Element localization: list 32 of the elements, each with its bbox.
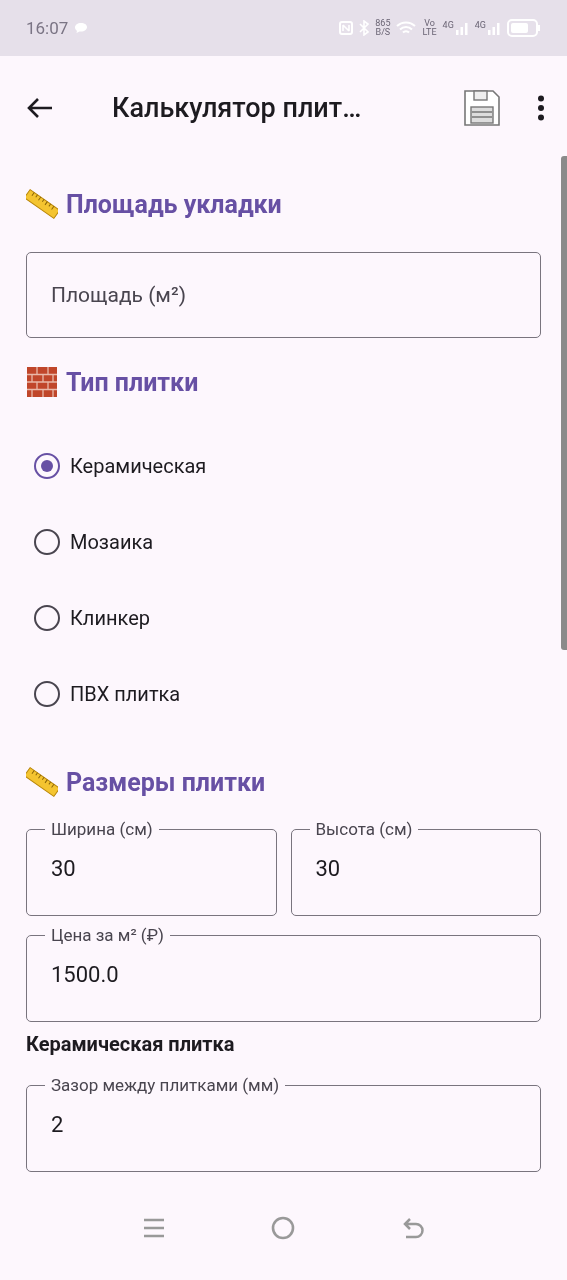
status-time: 16:07 bbox=[26, 18, 69, 38]
section-heading: Площадь укладки bbox=[66, 189, 282, 219]
network-type: 4G bbox=[474, 21, 486, 30]
radio-option[interactable]: Клинкер bbox=[26, 580, 541, 656]
menu-icon bbox=[143, 1217, 166, 1239]
wifi-icon bbox=[396, 20, 417, 36]
radio-option[interactable]: Керамическая bbox=[26, 428, 541, 504]
volte-label: Vo LTE bbox=[422, 19, 437, 37]
signal-icon bbox=[487, 21, 501, 35]
battery-icon bbox=[507, 19, 541, 37]
input-field[interactable]: Зазор между плитками (мм) 2 bbox=[26, 1074, 541, 1172]
network-type: 4G bbox=[442, 21, 454, 30]
network-speed: 865 B/S bbox=[375, 19, 391, 37]
area-input-field[interactable]: Площадь (м²) bbox=[26, 252, 541, 338]
more-vertical-icon bbox=[537, 95, 545, 121]
circle-icon bbox=[271, 1216, 296, 1240]
input-field[interactable]: Ширина (см) 30 bbox=[26, 818, 277, 916]
signal-icon bbox=[454, 21, 469, 35]
brick-wall-icon bbox=[26, 366, 58, 398]
bluetooth-icon bbox=[359, 20, 370, 36]
section-heading: Тип плитки bbox=[66, 367, 199, 397]
section-heading: Керамическая плитка bbox=[26, 1032, 235, 1056]
nfc-icon bbox=[339, 21, 354, 35]
section-heading: Размеры плитки bbox=[66, 767, 266, 797]
input-field[interactable]: Цена за м² (₽) 1500.0 bbox=[26, 924, 541, 1022]
input-field[interactable]: Высота (см) 30 bbox=[290, 818, 541, 916]
radio-option[interactable]: Мозаика bbox=[26, 504, 541, 580]
back-arrow-icon bbox=[26, 96, 54, 120]
return-arrow-icon bbox=[401, 1216, 424, 1240]
chat-bubble-icon bbox=[74, 22, 89, 34]
app-title: Калькулятор плит… bbox=[111, 92, 363, 124]
radio-option[interactable]: ПВХ плитка bbox=[26, 656, 541, 732]
